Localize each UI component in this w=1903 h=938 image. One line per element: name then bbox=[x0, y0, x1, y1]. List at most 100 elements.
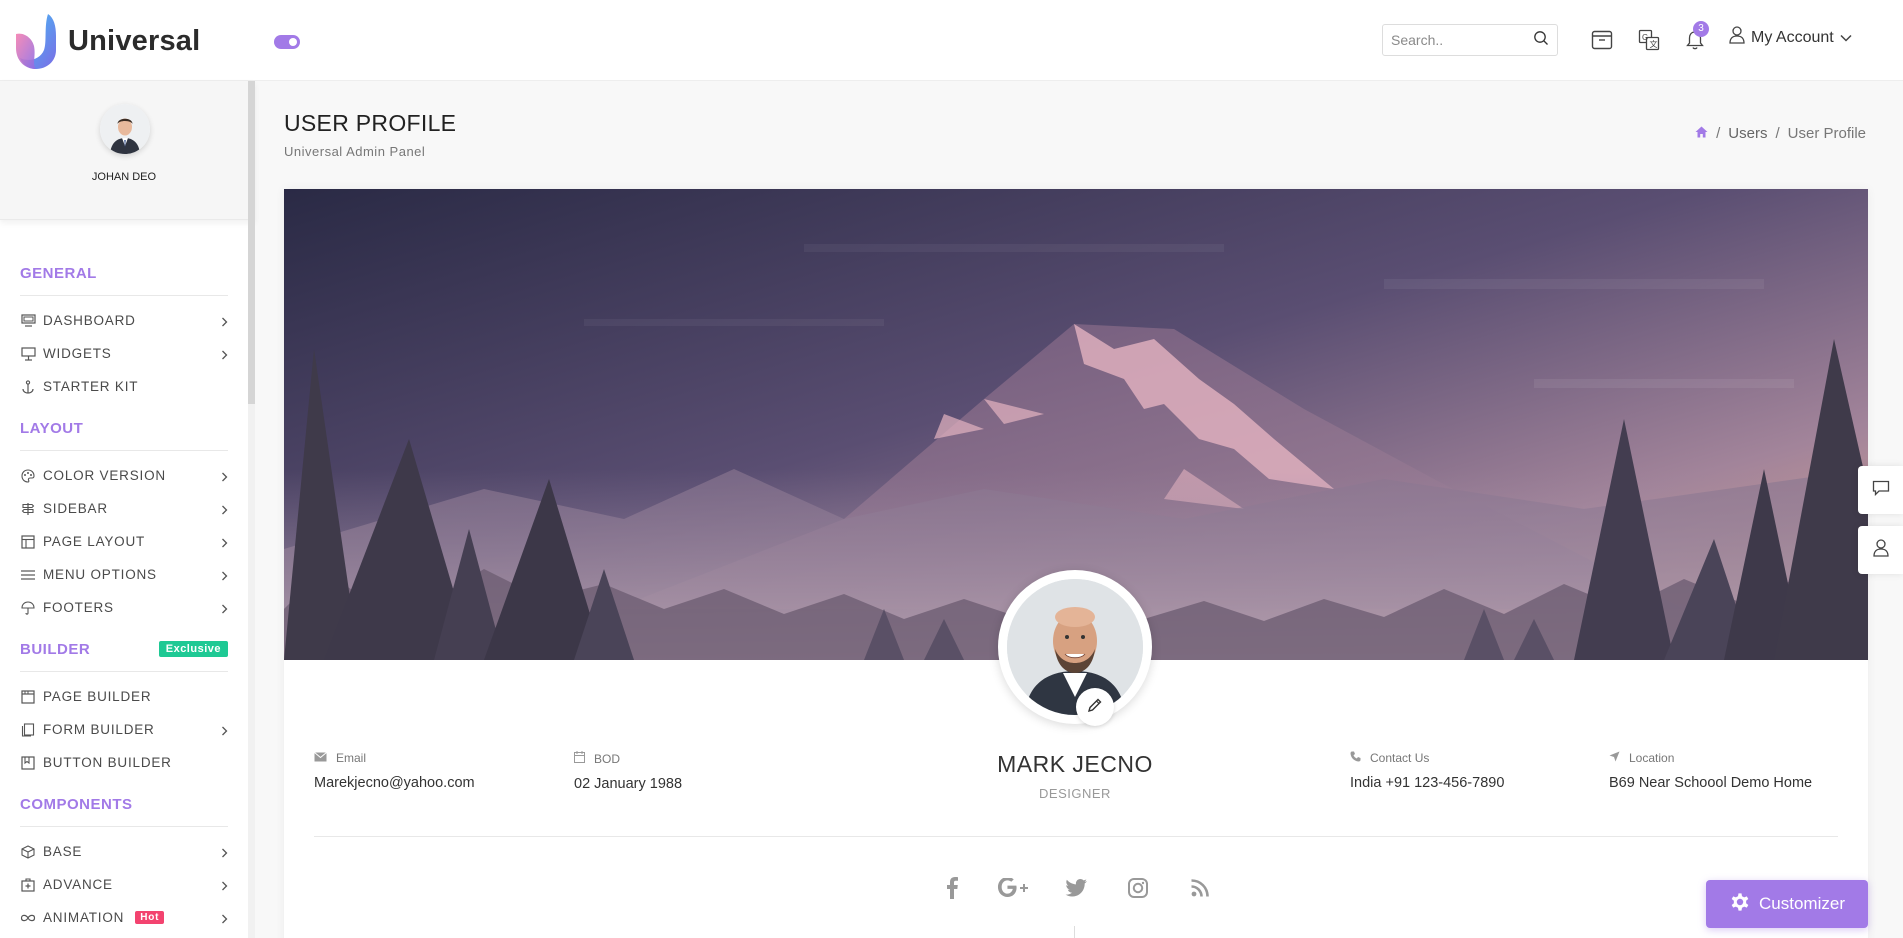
sidebar-item-label: FORM BUILDER bbox=[43, 722, 155, 737]
sidebar-item-footers[interactable]: FOOTERS bbox=[20, 591, 228, 624]
sidebar-item-label: MENU OPTIONS bbox=[43, 567, 157, 582]
chevron-right-icon bbox=[221, 348, 228, 363]
layout-icon bbox=[20, 534, 36, 550]
location-label: Location bbox=[1629, 751, 1675, 765]
location-value: B69 Near Schoool Demo Home bbox=[1609, 775, 1813, 791]
social-links bbox=[284, 872, 1868, 904]
chevron-down-icon bbox=[1840, 29, 1852, 47]
sidebar-item-label: ADVANCE bbox=[43, 877, 113, 892]
monitor-icon bbox=[20, 313, 36, 329]
email-value: Marekjecno@yahoo.com bbox=[314, 775, 475, 791]
top-header: Universal G文 3 My Account bbox=[0, 0, 1903, 81]
chevron-right-icon bbox=[221, 912, 228, 927]
user-panel-tab[interactable] bbox=[1858, 526, 1903, 574]
brand-name: Universal bbox=[68, 24, 201, 57]
chevron-right-icon bbox=[221, 602, 228, 617]
chevron-right-icon bbox=[221, 569, 228, 584]
bod-label: BOD bbox=[594, 751, 621, 766]
chevron-right-icon bbox=[221, 879, 228, 894]
edit-avatar-button[interactable] bbox=[1076, 688, 1114, 726]
logo-mark-icon bbox=[14, 12, 62, 70]
sidebar-item-label: SIDEBAR bbox=[43, 501, 108, 516]
mode-toggle[interactable] bbox=[274, 35, 300, 49]
sidebar-item-animation[interactable]: ANIMATION Hot bbox=[20, 901, 228, 934]
customizer-label: Customizer bbox=[1759, 894, 1845, 913]
profile-role: DESIGNER bbox=[1039, 786, 1111, 801]
contact-value: India +91 123-456-7890 bbox=[1350, 775, 1505, 791]
rss-icon[interactable] bbox=[1169, 872, 1231, 904]
svg-text:文: 文 bbox=[1650, 39, 1658, 49]
sidebar-item-button-builder[interactable]: BUTTON BUILDER bbox=[20, 746, 228, 779]
customizer-button[interactable]: Customizer bbox=[1706, 880, 1868, 928]
sidebar-item-label: DASHBOARD bbox=[43, 313, 136, 328]
search-box[interactable] bbox=[1382, 24, 1558, 56]
archive-icon[interactable] bbox=[1590, 28, 1614, 52]
browser-icon bbox=[20, 689, 36, 705]
twitter-icon[interactable] bbox=[1045, 872, 1107, 904]
breadcrumb-users[interactable]: Users bbox=[1728, 125, 1767, 142]
anchor-icon bbox=[20, 379, 36, 395]
files-icon bbox=[20, 722, 36, 738]
notification-badge: 3 bbox=[1693, 21, 1709, 37]
sidebar-item-dashboard[interactable]: DASHBOARD bbox=[20, 304, 228, 337]
search-icon[interactable] bbox=[1533, 30, 1549, 51]
chevron-right-icon bbox=[221, 846, 228, 861]
instagram-icon[interactable] bbox=[1107, 872, 1169, 904]
sidebar-item-sidebar[interactable]: SIDEBAR bbox=[20, 492, 228, 525]
page-subtitle: Universal Admin Panel bbox=[284, 144, 426, 159]
svg-text:G: G bbox=[1642, 33, 1648, 42]
account-menu[interactable]: My Account bbox=[1729, 26, 1852, 49]
home-icon[interactable] bbox=[1695, 125, 1708, 142]
user-icon bbox=[1872, 538, 1889, 562]
email-label: Email bbox=[336, 751, 367, 765]
bod-value: 02 January 1988 bbox=[574, 776, 683, 792]
chat-icon bbox=[1872, 480, 1890, 501]
widget-icon bbox=[20, 346, 36, 362]
info-bod: BOD 02 January 1988 bbox=[574, 751, 682, 792]
signpost-icon bbox=[20, 501, 36, 517]
sidebar-user-name: JOHAN DEO bbox=[91, 171, 157, 183]
google-plus-icon[interactable] bbox=[983, 872, 1045, 904]
sidebar-item-label: BASE bbox=[43, 844, 83, 859]
bookmark-icon bbox=[20, 755, 36, 771]
umbrella-icon bbox=[20, 600, 36, 616]
section-layout: LAYOUT bbox=[20, 419, 84, 437]
page-title: USER PROFILE bbox=[284, 110, 457, 136]
sidebar-item-form-builder[interactable]: FORM BUILDER bbox=[20, 713, 228, 746]
sidebar-item-label: STARTER KIT bbox=[43, 379, 139, 394]
menu-icon bbox=[20, 567, 36, 583]
envelope-icon bbox=[314, 751, 336, 765]
sidebar-item-color-version[interactable]: COLOR VERSION bbox=[20, 459, 228, 492]
hot-badge: Hot bbox=[135, 911, 165, 924]
section-general: GENERAL bbox=[20, 264, 97, 282]
sidebar-item-label: COLOR VERSION bbox=[43, 468, 166, 483]
profile-avatar[interactable] bbox=[998, 570, 1152, 724]
sidebar-item-label: WIDGETS bbox=[43, 346, 112, 361]
info-contact: Contact Us India +91 123-456-7890 bbox=[1350, 751, 1504, 791]
sidebar-item-starter-kit[interactable]: STARTER KIT bbox=[20, 370, 228, 403]
translate-icon[interactable]: G文 bbox=[1637, 28, 1661, 52]
sidebar-item-base[interactable]: BASE bbox=[20, 835, 228, 868]
brand-logo[interactable]: Universal bbox=[14, 12, 200, 70]
sidebar-item-page-builder[interactable]: PAGE BUILDER bbox=[20, 680, 228, 713]
breadcrumb-current: User Profile bbox=[1787, 125, 1866, 142]
section-builder: BUILDER Exclusive bbox=[20, 637, 228, 661]
profile-card: Email Marekjecno@yahoo.com BOD 02 Januar… bbox=[284, 189, 1868, 938]
sidebar-avatar[interactable] bbox=[100, 104, 150, 154]
sidebar-scrollbar-thumb[interactable] bbox=[248, 81, 255, 404]
chevron-right-icon bbox=[221, 536, 228, 551]
sidebar-item-page-layout[interactable]: PAGE LAYOUT bbox=[20, 525, 228, 558]
facebook-icon[interactable] bbox=[921, 872, 983, 904]
gear-icon bbox=[1729, 891, 1759, 918]
sidebar-item-widgets[interactable]: WIDGETS bbox=[20, 337, 228, 370]
info-email: Email Marekjecno@yahoo.com bbox=[314, 751, 475, 791]
profile-name: MARK JECNO bbox=[997, 751, 1153, 777]
search-input[interactable] bbox=[1391, 32, 1521, 48]
chat-tab[interactable] bbox=[1858, 466, 1903, 514]
box-icon bbox=[20, 844, 36, 860]
chevron-right-icon bbox=[221, 470, 228, 485]
medkit-icon bbox=[20, 877, 36, 893]
sidebar-item-menu-options[interactable]: MENU OPTIONS bbox=[20, 558, 228, 591]
sidebar-item-advance[interactable]: ADVANCE bbox=[20, 868, 228, 901]
user-icon bbox=[1729, 26, 1745, 49]
